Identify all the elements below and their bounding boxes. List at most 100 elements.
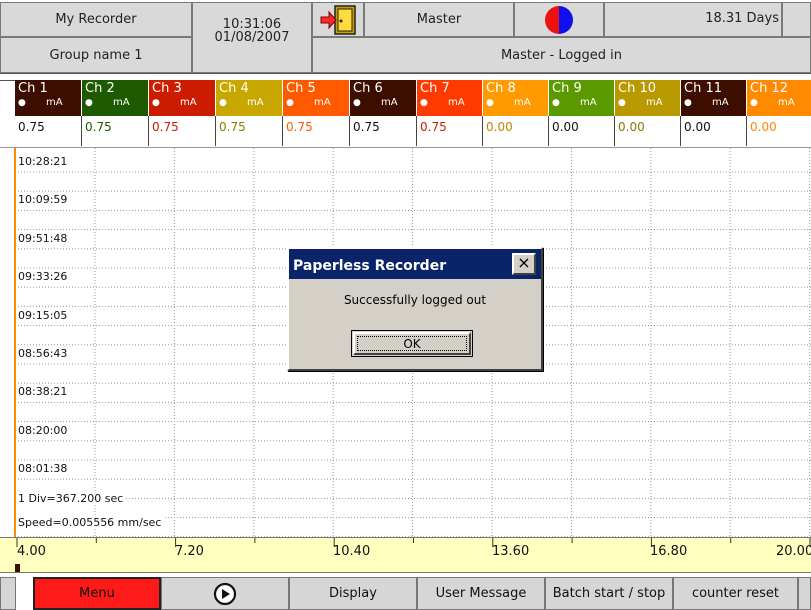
speed-info: Speed=0.005556 mm/sec [18,516,164,529]
channel-header-12[interactable]: Ch 12 ● mA [747,80,811,116]
channel-value-8: 0.00 [483,116,549,146]
channel-unit-label: mA [113,97,130,108]
time-label: 08:38:21 [18,385,70,399]
channel-unit: ● mA [85,97,130,108]
channel-name: Ch 5 [286,81,316,96]
user-name[interactable]: Master [364,2,514,37]
channel-header-9[interactable]: Ch 9 ● mA [549,80,615,116]
channel-unit-label: mA [247,97,264,108]
scale-label: 16.80 [650,544,688,559]
log-status-indicator [514,2,604,37]
channel-name: Ch 7 [420,81,450,96]
channel-name: Ch 2 [85,81,115,96]
time-label: 08:20:00 [18,423,70,437]
channel-dot-icon: ● [18,98,26,108]
channel-dot-icon: ● [750,98,758,108]
channel-unit: ● mA [18,97,63,108]
channel-dot-icon: ● [552,98,560,108]
channel-header-1[interactable]: Ch 1 ● mA [15,80,82,116]
channel-value-6: 0.75 [350,116,417,146]
channel-header-11[interactable]: Ch 11 ● mA [681,80,747,116]
scale-label: 20.00 [776,544,811,559]
channel-header-4[interactable]: Ch 4 ● mA [216,80,283,116]
channel-value-7: 0.75 [417,116,483,146]
channel-unit-label: mA [314,97,331,108]
scale-label: 4.00 [17,544,46,559]
time-label: 10:28:21 [18,155,70,168]
channel-unit: ● mA [420,97,465,108]
dialog-title: Paperless Recorder [293,258,447,274]
batch-button[interactable]: Batch start / stop [545,577,673,610]
channel-name: Ch 4 [219,81,249,96]
logout-door-button[interactable] [312,2,364,37]
play-button-cell[interactable] [161,577,289,610]
channel-unit: ● mA [219,97,264,108]
status-pie-icon [545,5,573,34]
channel-unit: ● mA [286,97,331,108]
time-label: 10:09:59 [18,193,70,207]
channel-unit-label: mA [778,97,795,108]
scale-label: 10.40 [333,544,371,559]
recorder-name: My Recorder [0,2,192,37]
channel-unit-label: mA [514,97,531,108]
channel-value-2: 0.75 [82,116,149,146]
channel-dot-icon: ● [684,98,692,108]
channel-header-3[interactable]: Ch 3 ● mA [149,80,216,116]
channel-name: Ch 8 [486,81,516,96]
channel-dot-icon: ● [152,98,160,108]
channel-unit: ● mA [353,97,398,108]
time-label: 08:01:38 [18,462,70,476]
channel-value-9: 0.00 [549,116,615,146]
channel-value-12: 0.00 [747,116,811,146]
scale-ticks [15,538,811,572]
channel-unit: ● mA [552,97,597,108]
close-icon: × [517,253,531,272]
channel-dot-icon: ● [286,98,294,108]
channel-value-1: 0.75 [15,116,82,146]
channel-name: Ch 3 [152,81,182,96]
div-info: 1 Div=367.200 sec [18,492,126,505]
channel-header-5[interactable]: Ch 5 ● mA [283,80,350,116]
channel-name: Ch 10 [618,81,656,96]
dialog-message: Successfully logged out [343,293,487,307]
channel-header-6[interactable]: Ch 6 ● mA [350,80,417,116]
channel-header-8[interactable]: Ch 8 ● mA [483,80,549,116]
channel-header-2[interactable]: Ch 2 ● mA [82,80,149,116]
dialog-ok-button[interactable]: OK [351,330,473,357]
channel-dot-icon: ● [219,98,227,108]
channel-unit-label: mA [448,97,465,108]
channel-header-10[interactable]: Ch 10 ● mA [615,80,681,116]
channel-unit: ● mA [486,97,531,108]
counter-reset-button[interactable]: counter reset [673,577,798,610]
channel-unit-label: mA [180,97,197,108]
channel-dot-icon: ● [486,98,494,108]
channel-dot-icon: ● [85,98,93,108]
channel-unit-label: mA [712,97,729,108]
group-name: Group name 1 [0,37,192,73]
scale-label: 13.60 [492,544,530,559]
channel-unit: ● mA [152,97,197,108]
channel-unit-label: mA [646,97,663,108]
clock-date: 01/08/2007 [214,30,290,45]
channel-value-11: 0.00 [681,116,747,146]
menu-button[interactable]: Menu [33,577,161,610]
channel-dot-icon: ● [353,98,361,108]
channel-header-7[interactable]: Ch 7 ● mA [417,80,483,116]
play-icon [213,582,237,605]
channel-unit: ● mA [618,97,663,108]
channel-value-4: 0.75 [216,116,283,146]
channel-name: Ch 11 [684,81,722,96]
door-exit-icon [320,4,356,35]
channel-dot-icon: ● [618,98,626,108]
time-label: 08:56:43 [18,347,70,360]
scale-label: 7.20 [175,544,204,559]
channel-name: Ch 1 [18,81,48,96]
toolbar-left-stub [0,577,16,610]
time-label: 09:33:26 [18,270,70,284]
channel-name: Ch 6 [353,81,383,96]
channel-unit-label: mA [46,97,63,108]
display-button[interactable]: Display [289,577,417,610]
user-message-button[interactable]: User Message [417,577,545,610]
dialog-close-button[interactable]: × [512,253,536,275]
toolbar-right-stub [798,577,811,610]
